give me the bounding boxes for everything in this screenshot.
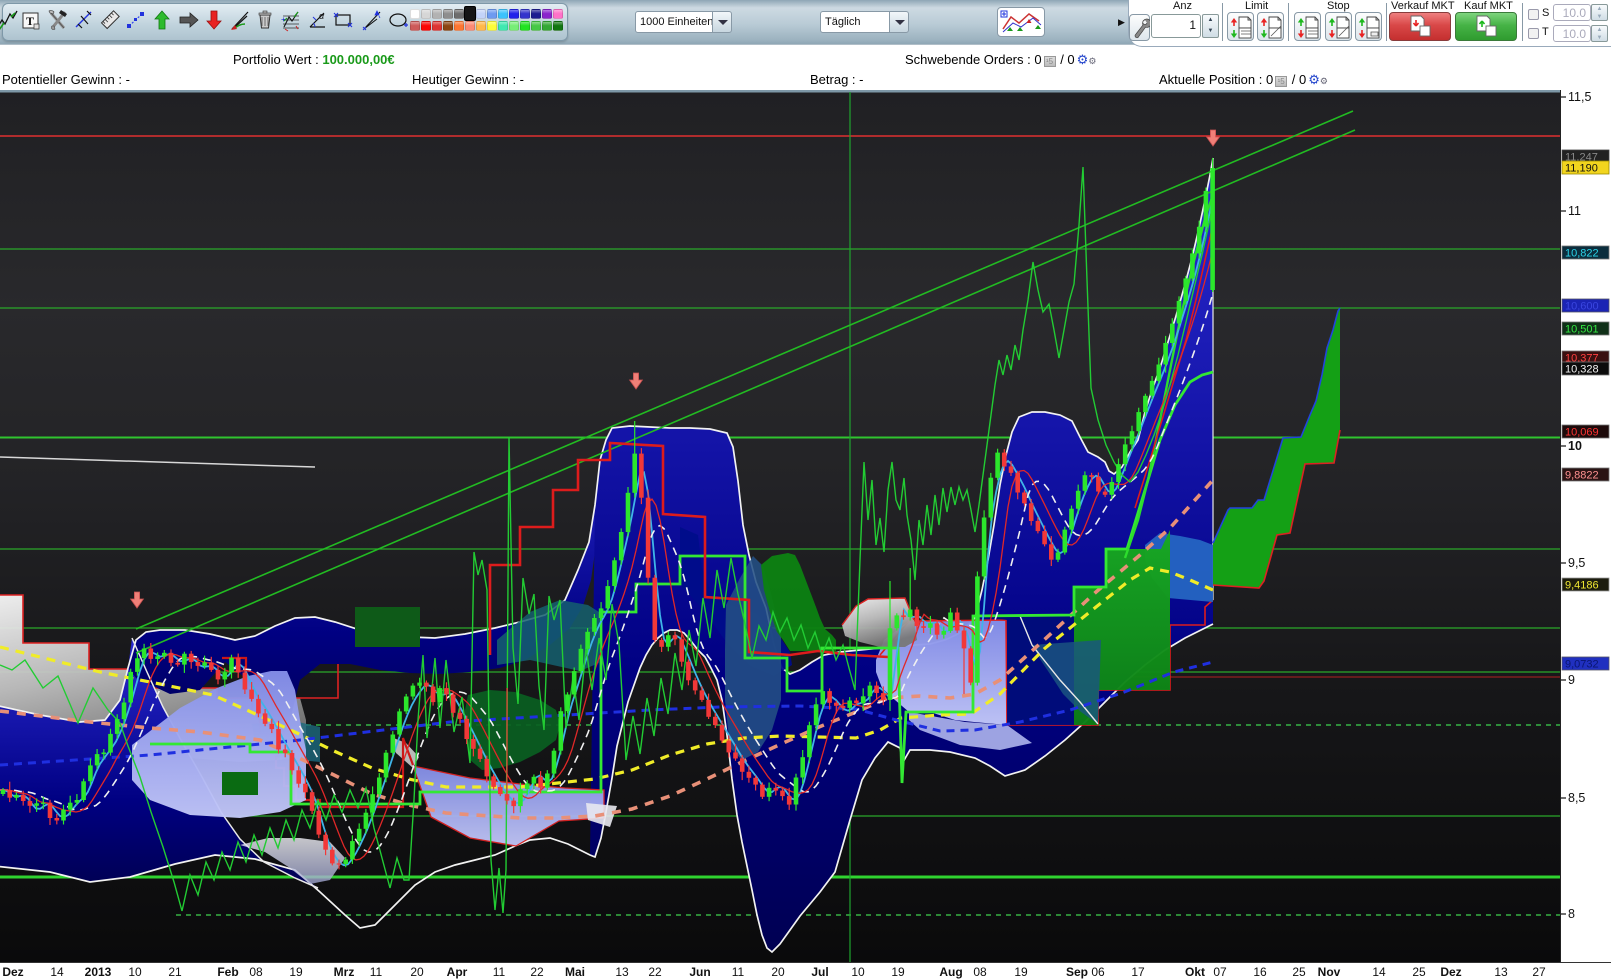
svg-text:9,5: 9,5 (1568, 556, 1585, 570)
svg-text:Dez: Dez (1440, 965, 1461, 979)
svg-text:Jun: Jun (689, 965, 710, 979)
svg-text:11: 11 (493, 965, 506, 979)
svg-text:20: 20 (771, 965, 785, 979)
svg-text:10,822: 10,822 (1565, 248, 1599, 260)
svg-text:22: 22 (530, 965, 544, 979)
svg-text:2013: 2013 (85, 965, 112, 979)
svg-text:07: 07 (1213, 965, 1227, 979)
svg-text:11,190: 11,190 (1565, 163, 1598, 175)
svg-text:21: 21 (168, 965, 182, 979)
svg-text:T: T (26, 14, 34, 28)
svg-text:Mrz: Mrz (334, 965, 355, 979)
svg-text:Apr: Apr (447, 965, 468, 979)
svg-text:Dez: Dez (2, 965, 23, 979)
svg-text:+: + (281, 15, 286, 24)
svg-text:08: 08 (249, 965, 263, 979)
svg-text:8: 8 (1568, 907, 1575, 921)
svg-text:22: 22 (648, 965, 662, 979)
svg-text:25: 25 (1412, 965, 1426, 979)
svg-text:10: 10 (851, 965, 865, 979)
svg-text:Aug: Aug (939, 965, 962, 979)
svg-text:10,069: 10,069 (1565, 427, 1599, 439)
svg-text:10,600: 10,600 (1565, 301, 1599, 313)
svg-text:9,4186: 9,4186 (1565, 580, 1599, 592)
svg-text:20: 20 (410, 965, 424, 979)
svg-text:06: 06 (1091, 965, 1105, 979)
svg-text:17: 17 (1131, 965, 1145, 979)
svg-text:10: 10 (128, 965, 142, 979)
svg-text:11,5: 11,5 (1568, 90, 1591, 104)
svg-text:9,8822: 9,8822 (1565, 470, 1599, 482)
svg-text:Feb: Feb (217, 965, 238, 979)
svg-text:19: 19 (1014, 965, 1028, 979)
svg-text:11: 11 (370, 965, 383, 979)
svg-text:Mai: Mai (565, 965, 585, 979)
svg-text:08: 08 (973, 965, 987, 979)
svg-text:13: 13 (1494, 965, 1508, 979)
svg-text:19: 19 (289, 965, 303, 979)
svg-text:16: 16 (1253, 965, 1267, 979)
svg-text:13: 13 (615, 965, 629, 979)
svg-text:10,501: 10,501 (1565, 324, 1599, 336)
svg-text:19: 19 (891, 965, 905, 979)
svg-text:27: 27 (1532, 965, 1546, 979)
svg-text:10: 10 (1568, 439, 1582, 453)
svg-text:Okt: Okt (1185, 965, 1205, 979)
svg-text:9: 9 (1568, 673, 1575, 687)
svg-text:α: α (319, 11, 325, 21)
svg-text:Jul: Jul (811, 965, 828, 979)
svg-text:14: 14 (1372, 965, 1386, 979)
svg-text:Nov: Nov (1318, 965, 1341, 979)
svg-text:Sep: Sep (1066, 965, 1088, 979)
svg-text:11: 11 (732, 965, 745, 979)
svg-text:14: 14 (50, 965, 64, 979)
svg-text:10,328: 10,328 (1565, 364, 1599, 376)
svg-text:8,5: 8,5 (1568, 791, 1585, 805)
svg-text:25: 25 (1292, 965, 1306, 979)
svg-text:9,0732: 9,0732 (1565, 659, 1599, 671)
svg-text:11: 11 (1568, 204, 1581, 218)
